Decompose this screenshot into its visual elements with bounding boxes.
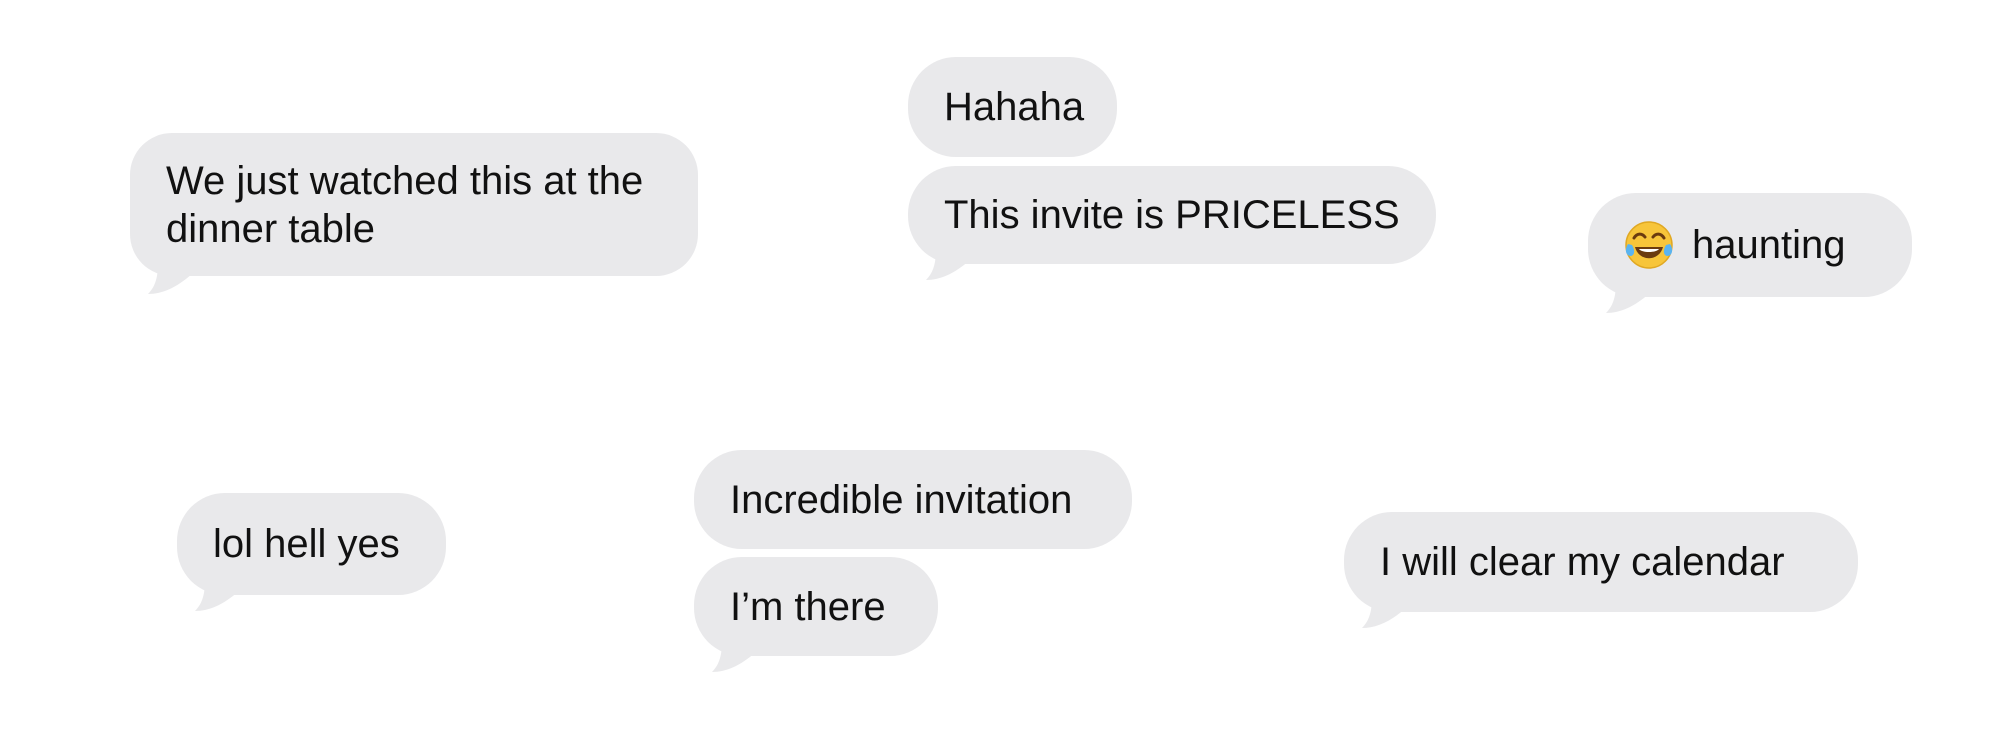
message-text: This invite is PRICELESS <box>944 193 1400 237</box>
message-text: lol hell yes <box>213 522 400 566</box>
message-text: haunting <box>1692 223 1846 267</box>
message-bubble[interactable]: We just watched this at the dinner table <box>130 133 698 276</box>
bubble-tail <box>712 640 756 674</box>
message-bubble[interactable]: I will clear my calendar <box>1344 512 1858 612</box>
message-text: Incredible invitation <box>730 477 1073 522</box>
message-bubble[interactable]: This invite is PRICELESS <box>908 166 1436 264</box>
messages-collage: We just watched this at the dinner table… <box>0 0 2000 751</box>
tears-of-joy-icon <box>1624 220 1674 270</box>
bubble-tail <box>148 262 192 296</box>
bubble-tail <box>1606 281 1650 315</box>
message-text: I will clear my calendar <box>1380 540 1785 584</box>
message-text: Hahaha <box>944 85 1085 129</box>
bubble-tail <box>926 248 970 282</box>
bubble-tail <box>195 579 239 613</box>
bubble-tail <box>1362 596 1406 630</box>
message-text: We just watched this at the dinner table <box>166 158 644 251</box>
message-bubble[interactable]: Hahaha <box>908 57 1117 157</box>
message-bubble[interactable]: Incredible invitation <box>694 450 1132 549</box>
message-text: I’m there <box>730 584 886 629</box>
